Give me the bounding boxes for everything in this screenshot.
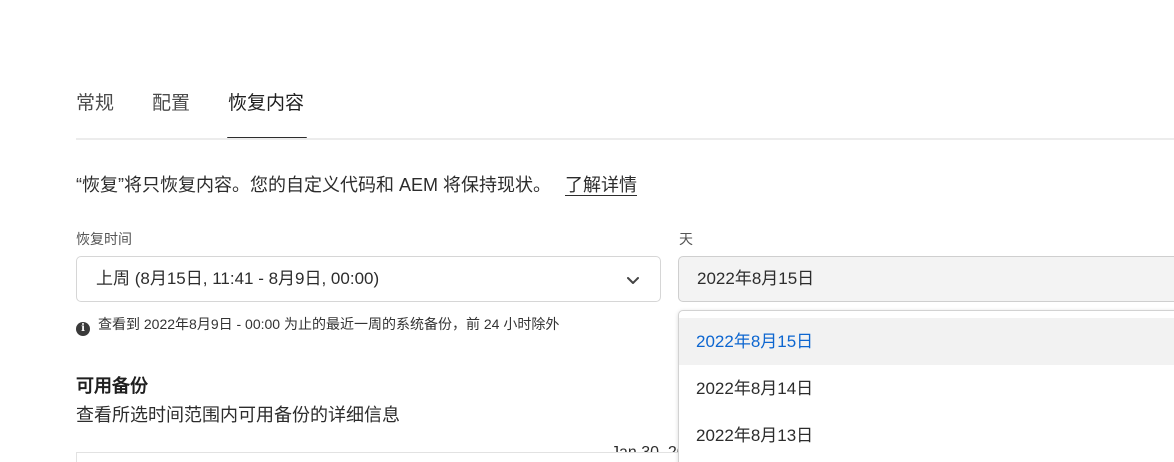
- tabs-divider: [76, 138, 1174, 140]
- backup-hint: i 查看到 2022年8月9日 - 00:00 为止的最近一周的系统备份，前 24…: [76, 314, 559, 336]
- tab-general[interactable]: 常规: [76, 90, 114, 118]
- restore-time-value: 上周 (8月15日, 11:41 - 8月9日, 00:00): [96, 269, 380, 288]
- tab-restore-content[interactable]: 恢复内容: [228, 90, 304, 118]
- day-option-2022-08-15[interactable]: 2022年8月15日: [679, 318, 1174, 365]
- day-option-label: 2022年8月13日: [696, 426, 814, 445]
- day-label: 天: [679, 231, 693, 247]
- restore-info-text: “恢复”将只恢复内容。您的自定义代码和 AEM 将保持现状。 了解详情: [76, 172, 637, 198]
- day-option-2022-08-13[interactable]: 2022年8月13日: [679, 412, 1174, 459]
- chevron-down-icon: [627, 277, 639, 284]
- day-value: 2022年8月15日: [697, 269, 815, 288]
- restore-time-label: 恢复时间: [76, 231, 132, 247]
- learn-more-link[interactable]: 了解详情: [565, 175, 637, 195]
- available-backups-title: 可用备份: [76, 376, 148, 396]
- restore-info-message: “恢复”将只恢复内容。您的自定义代码和 AEM 将保持现状。: [76, 175, 551, 195]
- backup-hint-text: 查看到 2022年8月9日 - 00:00 为止的最近一周的系统备份，前 24 …: [98, 316, 560, 332]
- info-icon: i: [76, 322, 90, 336]
- day-option-label: 2022年8月14日: [696, 379, 814, 398]
- day-dropdown-menu: 2022年8月15日 2022年8月14日 2022年8月13日: [678, 310, 1174, 462]
- day-option-2022-08-14[interactable]: 2022年8月14日: [679, 365, 1174, 412]
- restore-time-picker[interactable]: 上周 (8月15日, 11:41 - 8月9日, 00:00): [76, 256, 661, 302]
- tab-configuration[interactable]: 配置: [152, 90, 190, 118]
- day-option-label: 2022年8月15日: [696, 332, 814, 351]
- day-picker[interactable]: 2022年8月15日: [678, 256, 1174, 302]
- available-backups-subtitle: 查看所选时间范围内可用备份的详细信息: [76, 405, 400, 425]
- tab-bar: 常规 配置 恢复内容: [76, 90, 1174, 140]
